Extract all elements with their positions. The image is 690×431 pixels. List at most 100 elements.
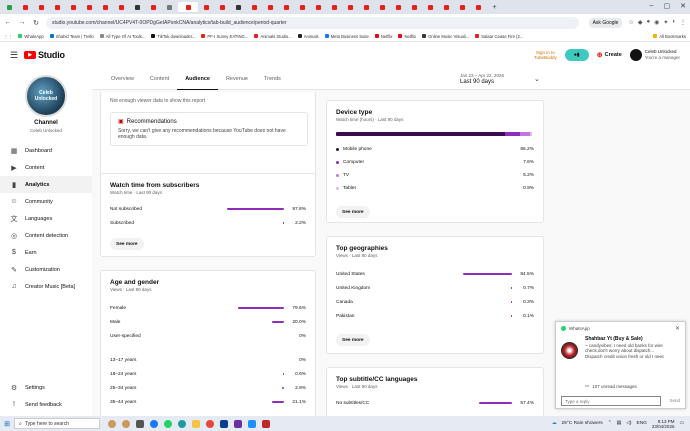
- tubebuddy-signin-link[interactable]: Sign in to TubeBuddy: [534, 50, 557, 60]
- bookmark[interactable]: Online Music Visuali...: [422, 34, 469, 39]
- channel-avatar[interactable]: Celeb Unlocked: [25, 75, 67, 117]
- bookmark[interactable]: Animals Studio...: [254, 34, 292, 39]
- all-bookmarks[interactable]: All Bookmarks: [653, 34, 686, 39]
- extension-icon[interactable]: ●: [646, 19, 650, 26]
- sidebar-item-creator-music[interactable]: ♫ Creator Music [Beta]: [0, 278, 92, 295]
- see-more-button[interactable]: See more: [336, 334, 370, 346]
- browser-tab[interactable]: [98, 2, 113, 12]
- browser-tab[interactable]: [279, 2, 294, 12]
- bookmark[interactable]: Shahid Team | Trello: [49, 34, 94, 39]
- ask-google-button[interactable]: Ask Google: [588, 17, 623, 28]
- back-icon[interactable]: ←: [4, 19, 12, 26]
- close-icon[interactable]: ✕: [675, 325, 680, 332]
- sidebar-item-feedback[interactable]: ! Send feedback: [0, 396, 92, 413]
- sidebar-item-content[interactable]: ▶ Content: [0, 159, 92, 176]
- account-switcher[interactable]: Celeb Unlocked You're a manager: [629, 49, 680, 61]
- edge-icon[interactable]: [178, 419, 186, 428]
- bookmark[interactable]: Netflix: [374, 34, 392, 39]
- new-tab-button[interactable]: +: [487, 2, 502, 12]
- profile-icon[interactable]: ◐: [672, 19, 676, 26]
- clock[interactable]: 9:13 PM 23/04/2026: [652, 419, 675, 429]
- menu-dots-icon[interactable]: ⋮: [680, 19, 686, 26]
- browser-tab[interactable]: [263, 2, 278, 12]
- facebook-icon[interactable]: [150, 419, 158, 428]
- browser-tab[interactable]: [146, 2, 161, 12]
- sidebar-item-settings[interactable]: ⚙ Settings: [0, 379, 92, 396]
- bookmark[interactable]: Salaar Cease Fire (2...: [475, 34, 523, 39]
- browser-tab[interactable]: [199, 2, 214, 12]
- windows-start-icon[interactable]: ⊞: [0, 420, 14, 428]
- browser-tab[interactable]: [66, 2, 81, 12]
- app-icon[interactable]: [108, 419, 116, 428]
- apps-icon[interactable]: ⋮⋮: [4, 34, 12, 39]
- tab-revenue[interactable]: Revenue: [218, 68, 256, 90]
- browser-tab[interactable]: [407, 2, 422, 12]
- chevron-up-icon[interactable]: ⌃: [608, 421, 612, 426]
- browser-tab[interactable]: [50, 2, 65, 12]
- browser-tab[interactable]: [2, 2, 17, 12]
- language-indicator[interactable]: ENG: [637, 421, 647, 426]
- bookmark[interactable]: WhatsApp: [18, 34, 44, 39]
- folder-icon[interactable]: [192, 419, 200, 428]
- app-icon[interactable]: [262, 419, 270, 428]
- volume-icon[interactable]: ◁): [626, 421, 631, 426]
- bookmark[interactable]: TikTok downloader...: [151, 34, 195, 39]
- star-icon[interactable]: ☆: [628, 19, 633, 26]
- browser-tab-active[interactable]: [178, 2, 198, 12]
- app-icon[interactable]: [220, 419, 228, 428]
- puzzle-icon[interactable]: ✦: [663, 19, 668, 26]
- studio-logo[interactable]: ▶ Studio: [24, 50, 65, 60]
- browser-tab[interactable]: [375, 2, 390, 12]
- browser-tab[interactable]: [423, 2, 438, 12]
- hamburger-menu-icon[interactable]: ☰: [10, 50, 24, 61]
- weather-text[interactable]: 29°C Rain showers: [562, 421, 603, 426]
- app-icon[interactable]: [234, 419, 242, 428]
- browser-tab[interactable]: [359, 2, 374, 12]
- close-window-icon[interactable]: ✕: [680, 2, 686, 10]
- tab-content[interactable]: Content: [142, 68, 177, 90]
- notifications-icon[interactable]: ▭: [679, 421, 684, 426]
- browser-tab[interactable]: [343, 2, 358, 12]
- sidebar-item-content-detection[interactable]: ◎ Content detection: [0, 227, 92, 244]
- app-icon[interactable]: [122, 419, 130, 428]
- sidebar-item-analytics[interactable]: ▮ Analytics: [0, 176, 92, 193]
- chrome-icon[interactable]: [206, 419, 214, 428]
- bookmark[interactable]: Netflix: [398, 34, 416, 39]
- taskbar-search[interactable]: ⌕ Type here to search: [14, 418, 100, 429]
- bookmark[interactable]: All Type Of AI Tools...: [99, 34, 145, 39]
- extension-icon[interactable]: ◉: [654, 19, 659, 26]
- create-button[interactable]: ⊕ Create: [597, 51, 622, 59]
- browser-tab[interactable]: [162, 2, 177, 12]
- url-field[interactable]: studio.youtube.com/channel/UC4PV4T-0OPDg…: [46, 16, 579, 29]
- sidebar-item-languages[interactable]: 文 Languages: [0, 210, 92, 227]
- browser-tab[interactable]: [455, 2, 470, 12]
- see-more-button[interactable]: See more: [110, 238, 144, 250]
- see-more-button[interactable]: See more: [336, 206, 370, 218]
- browser-tab[interactable]: [215, 2, 230, 12]
- browser-tab[interactable]: [327, 2, 342, 12]
- tab-trends[interactable]: Trends: [256, 68, 289, 90]
- reply-input[interactable]: [561, 396, 661, 406]
- browser-tab[interactable]: [311, 2, 326, 12]
- sidebar-item-community[interactable]: ☺ Community: [0, 193, 92, 210]
- minimize-icon[interactable]: –: [650, 2, 654, 10]
- tab-overview[interactable]: Overview: [103, 68, 142, 90]
- maximize-icon[interactable]: ▢: [664, 2, 671, 10]
- bookmark[interactable]: Meta Business Suite: [324, 34, 369, 39]
- extension-icon[interactable]: ◆: [638, 19, 643, 26]
- chevron-down-icon[interactable]: ⌄: [534, 75, 540, 83]
- whatsapp-icon[interactable]: [164, 419, 172, 428]
- tab-audience[interactable]: Audience: [177, 68, 218, 90]
- date-range-picker[interactable]: Jan 23 – Apr 22, 2026 Last 90 days: [460, 72, 504, 86]
- reload-icon[interactable]: ↻: [32, 19, 40, 27]
- task-view-icon[interactable]: [136, 419, 144, 428]
- sidebar-item-customization[interactable]: ✎ Customization: [0, 261, 92, 278]
- tubebuddy-toggle[interactable]: ●▮: [564, 49, 589, 61]
- browser-tab[interactable]: [18, 2, 33, 12]
- browser-tab[interactable]: [295, 2, 310, 12]
- browser-tab[interactable]: [391, 2, 406, 12]
- browser-tab[interactable]: [247, 2, 262, 12]
- browser-tab[interactable]: [130, 2, 145, 12]
- browser-tab[interactable]: [471, 2, 486, 12]
- network-icon[interactable]: ▤: [617, 421, 622, 426]
